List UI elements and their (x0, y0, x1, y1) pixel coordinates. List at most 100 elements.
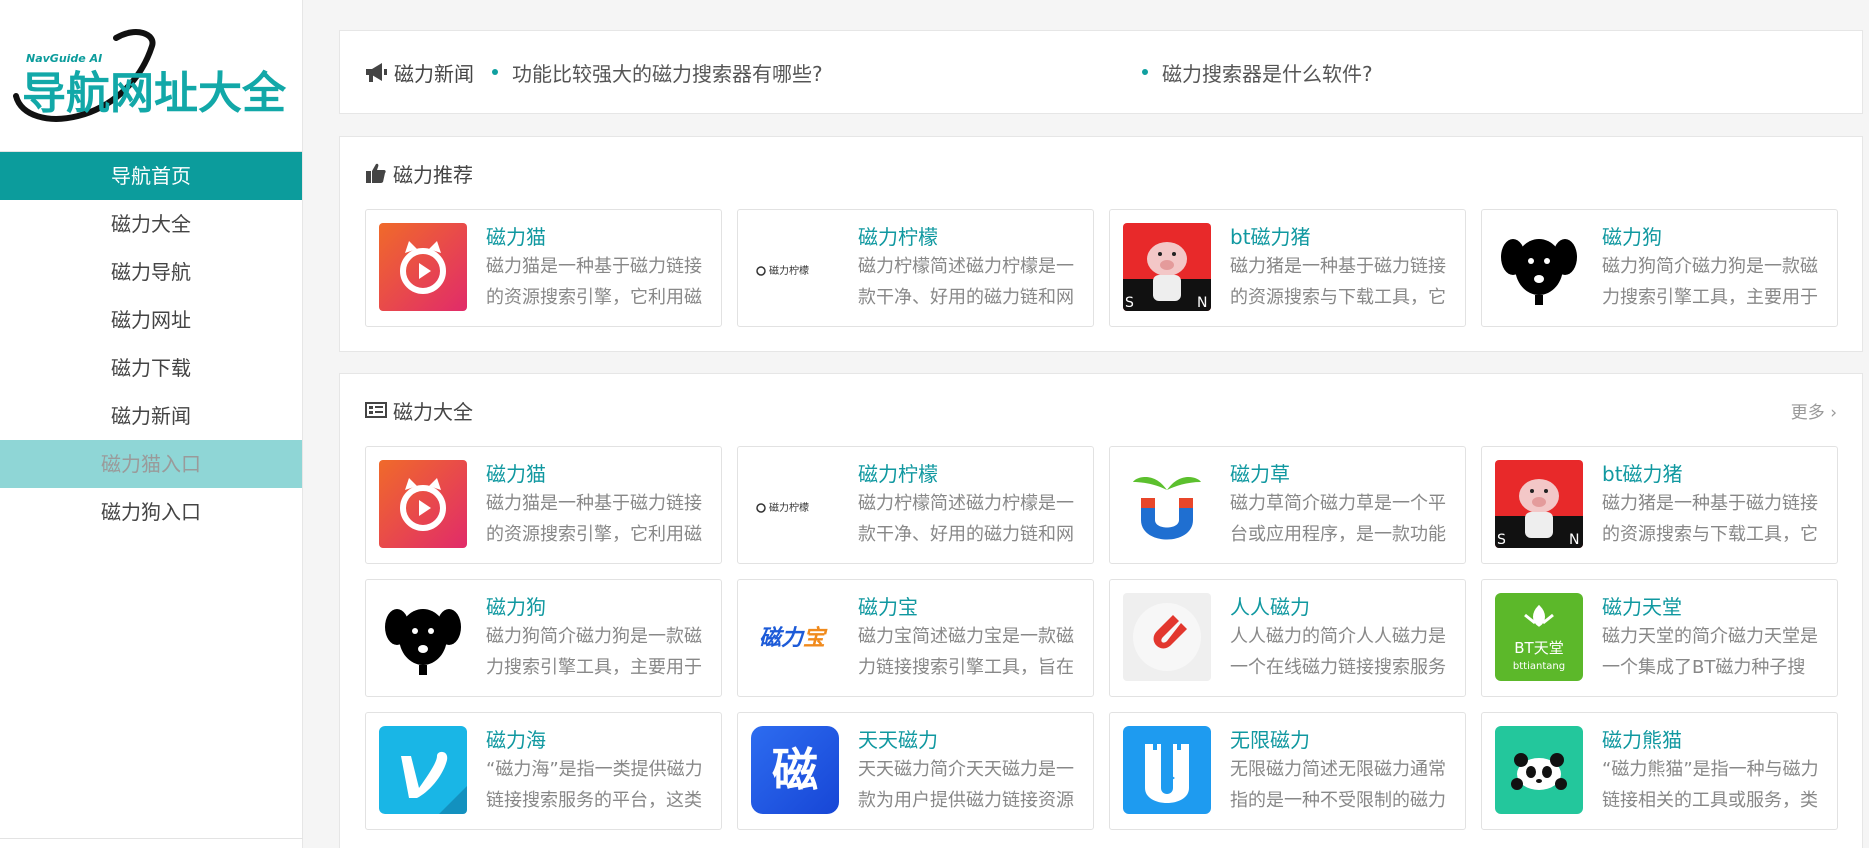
v-logo-icon (379, 726, 467, 814)
news-link-1[interactable]: 功能比较强大的磁力搜索器有哪些? (492, 58, 1142, 87)
recommend-title: 磁力推荐 (393, 162, 473, 187)
dog-icon (379, 593, 467, 681)
card-title[interactable]: 磁力天堂 (1602, 593, 1824, 621)
svg-text:磁力宝: 磁力宝 (759, 625, 828, 651)
site-card[interactable]: S Nbt磁力猪 磁力猪是一种基于磁力链接的资源搜索与下载工具，它 (1109, 209, 1466, 327)
site-card[interactable]: 磁力猫磁力猫是一种基于磁力链接的资源搜索引擎，它利用磁 (365, 446, 722, 564)
news-link-text[interactable]: 磁力搜索器是什么软件? (1162, 58, 1373, 87)
site-card[interactable]: 磁力猫 磁力猫是一种基于磁力链接的资源搜索引擎，它利用磁 (365, 209, 722, 327)
card-body: bt磁力猪磁力猪是一种基于磁力链接的资源搜索与下载工具，它 (1602, 460, 1824, 550)
svg-text:磁力柠檬: 磁力柠檬 (769, 264, 809, 277)
card-body: 磁力柠檬磁力柠檬简述磁力柠檬是一款干净、好用的磁力链和网 (858, 223, 1080, 313)
site-card[interactable]: 无限磁力 无限磁力简述无限磁力通常指的是一种不受限制的磁力 (1109, 712, 1466, 830)
svg-text:导航网址大全: 导航网址大全 (22, 68, 287, 119)
site-card[interactable]: 磁力海 “磁力海”是指一类提供磁力链接搜索服务的平台，这类平 (365, 712, 722, 830)
lemon-logo-icon: 磁力柠檬 (751, 460, 839, 548)
card-description: 磁力宝简述磁力宝是一款磁力链接搜索引擎工具，旨在 (858, 626, 1074, 678)
sidebar-item[interactable]: 磁力狗入口 (0, 488, 302, 536)
site-card[interactable]: 磁力宝 磁力宝 磁力宝简述磁力宝是一款磁力链接搜索引擎工具，旨在 (737, 579, 1094, 697)
card-title[interactable]: 磁力狗 (1602, 223, 1824, 251)
recommend-grid: 磁力猫 磁力猫是一种基于磁力链接的资源搜索引擎，它利用磁 磁力柠檬 磁力柠檬 磁力柠檬简… (365, 209, 1838, 327)
card-title[interactable]: 磁力海 (486, 726, 708, 754)
main-content: 磁力新闻 功能比较强大的磁力搜索器有哪些? 磁力搜索器是什么软件? 磁力推荐 磁… (339, 30, 1863, 848)
sidebar-item[interactable]: 磁力下载 (0, 344, 302, 392)
svg-text:BT天堂: BT天堂 (1514, 639, 1563, 657)
card-title[interactable]: 磁力熊猫 (1602, 726, 1824, 754)
svg-text:S: S (1497, 532, 1506, 548)
card-title[interactable]: 磁力猫 (486, 460, 708, 488)
card-title[interactable]: 磁力宝 (858, 593, 1080, 621)
card-title[interactable]: 磁力猫 (486, 223, 708, 251)
card-title[interactable]: 无限磁力 (1230, 726, 1452, 754)
card-description: 磁力草简介磁力草是一个平台或应用程序，是一款功能 (1230, 493, 1446, 545)
card-title[interactable]: 磁力柠檬 (858, 223, 1080, 251)
card-description: “磁力熊猫”是指一种与磁力链接相关的工具或服务，类似 (1602, 759, 1819, 811)
bullet-dot-icon (492, 69, 498, 75)
card-description: 磁力猪是一种基于磁力链接的资源搜索与下载工具，它 (1230, 256, 1446, 308)
card-body: 天天磁力天天磁力简介天天磁力是一款为用户提供磁力链接资源 (858, 726, 1080, 816)
card-description: 磁力猪是一种基于磁力链接的资源搜索与下载工具，它 (1602, 493, 1818, 545)
red-magnet-icon (1123, 593, 1211, 681)
card-description: 磁力柠檬简述磁力柠檬是一款干净、好用的磁力链和网 (858, 493, 1074, 545)
card-title[interactable]: 人人磁力 (1230, 593, 1452, 621)
bt-tiantang-icon: BT天堂 bttiantang (1495, 593, 1583, 681)
cat-play-icon (379, 460, 467, 548)
svg-text:NavGuide AI: NavGuide AI (26, 52, 102, 65)
site-card[interactable]: BT天堂 bttiantang 磁力天堂 磁力天堂的简介磁力天堂是一个集成了BT磁力种… (1481, 579, 1838, 697)
all-grid: 磁力猫 磁力猫是一种基于磁力链接的资源搜索引擎，它利用磁 磁力柠檬 磁力柠檬 磁力柠檬简… (365, 446, 1838, 830)
card-body: 磁力草磁力草简介磁力草是一个平台或应用程序，是一款功能 (1230, 460, 1452, 550)
card-title[interactable]: 磁力柠檬 (858, 460, 1080, 488)
news-title: 磁力新闻 (394, 61, 474, 86)
site-card[interactable]: 磁天天磁力天天磁力简介天天磁力是一款为用户提供磁力链接资源 (737, 712, 1094, 830)
site-card[interactable]: 磁力柠檬 磁力柠檬 磁力柠檬简述磁力柠檬是一款干净、好用的磁力链和网 (737, 446, 1094, 564)
all-panel: 磁力大全 更多 › 磁力猫磁力猫是一种基于磁力链接的资源搜索引擎，它利用磁 磁力柠… (339, 373, 1863, 848)
sidebar: NavGuide AI 导航网址大全 导航首页 磁力大全 磁力导航 磁力网址 磁力下载磁… (0, 0, 303, 848)
card-body: 磁力海 “磁力海”是指一类提供磁力链接搜索服务的平台，这类平 (486, 726, 708, 816)
card-description: 天天磁力简介天天磁力是一款为用户提供磁力链接资源 (858, 759, 1074, 811)
card-description: 磁力柠檬简述磁力柠檬是一款干净、好用的磁力链和网 (858, 256, 1074, 308)
site-logo[interactable]: NavGuide AI 导航网址大全 (0, 0, 302, 152)
sidebar-item[interactable]: 导航首页 (0, 152, 302, 200)
card-title[interactable]: 磁力狗 (486, 593, 708, 621)
card-title[interactable]: 磁力草 (1230, 460, 1452, 488)
card-description: 磁力狗简介磁力狗是一款磁力搜索引擎工具，主要用于 (1602, 256, 1818, 308)
more-link[interactable]: 更多 › (1791, 398, 1837, 423)
card-body: 磁力天堂 磁力天堂的简介磁力天堂是一个集成了BT磁力种子搜 (1602, 593, 1824, 683)
card-body: 磁力猫 磁力猫是一种基于磁力链接的资源搜索引擎，它利用磁 (486, 223, 708, 313)
list-icon (365, 402, 387, 418)
news-link-2[interactable]: 磁力搜索器是什么软件? (1142, 58, 1373, 87)
site-card[interactable]: 磁力熊猫 “磁力熊猫”是指一种与磁力链接相关的工具或服务，类似 (1481, 712, 1838, 830)
card-title[interactable]: bt磁力猪 (1602, 460, 1824, 488)
site-card[interactable]: 磁力草磁力草简介磁力草是一个平台或应用程序，是一款功能 (1109, 446, 1466, 564)
recommend-panel: 磁力推荐 磁力猫 磁力猫是一种基于磁力链接的资源搜索引擎，它利用磁 磁力柠檬 磁力柠檬… (339, 136, 1863, 352)
sidebar-item[interactable]: 磁力猫入口 (0, 440, 302, 488)
news-link-text[interactable]: 功能比较强大的磁力搜索器有哪些? (512, 58, 823, 87)
svg-text:磁力柠檬: 磁力柠檬 (769, 501, 809, 514)
sidebar-item[interactable]: 磁力网址 (0, 296, 302, 344)
card-description: 磁力猫是一种基于磁力链接的资源搜索引擎，它利用磁 (486, 493, 702, 545)
news-bar: 磁力新闻 功能比较强大的磁力搜索器有哪些? 磁力搜索器是什么软件? (339, 30, 1863, 114)
sidebar-item[interactable]: 磁力大全 (0, 200, 302, 248)
ci-char-icon: 磁 (751, 726, 839, 814)
site-card[interactable]: 人人磁力 人人磁力的简介人人磁力是一个在线磁力链接搜索服务 (1109, 579, 1466, 697)
site-card[interactable]: 磁力柠檬 磁力柠檬 磁力柠檬简述磁力柠檬是一款干净、好用的磁力链和网 (737, 209, 1094, 327)
card-title[interactable]: bt磁力猪 (1230, 223, 1452, 251)
sidebar-divider (0, 838, 303, 839)
lemon-logo-icon: 磁力柠檬 (751, 223, 839, 311)
all-header: 磁力大全 更多 › (365, 374, 1837, 446)
all-title: 磁力大全 (393, 399, 473, 424)
pig-icon: SN (1495, 460, 1583, 548)
card-body: 磁力猫磁力猫是一种基于磁力链接的资源搜索引擎，它利用磁 (486, 460, 708, 550)
cat-play-icon (379, 223, 467, 311)
card-body: 无限磁力 无限磁力简述无限磁力通常指的是一种不受限制的磁力 (1230, 726, 1452, 816)
card-body: 磁力宝磁力宝简述磁力宝是一款磁力链接搜索引擎工具，旨在 (858, 593, 1080, 683)
site-card[interactable]: 磁力狗 磁力狗简介磁力狗是一款磁力搜索引擎工具，主要用于 (365, 579, 722, 697)
card-body: 磁力柠檬磁力柠檬简述磁力柠檬是一款干净、好用的磁力链和网 (858, 460, 1080, 550)
sidebar-item[interactable]: 磁力新闻 (0, 392, 302, 440)
site-card[interactable]: S Nbt磁力猪 磁力猪是一种基于磁力链接的资源搜索与下载工具，它 (1481, 446, 1838, 564)
site-card[interactable]: 磁力狗磁力狗简介磁力狗是一款磁力搜索引擎工具，主要用于 (1481, 209, 1838, 327)
cilibao-logo-icon: 磁力宝 (751, 593, 839, 681)
card-title[interactable]: 天天磁力 (858, 726, 1080, 754)
svg-text:N: N (1569, 532, 1579, 548)
sidebar-item[interactable]: 磁力导航 (0, 248, 302, 296)
